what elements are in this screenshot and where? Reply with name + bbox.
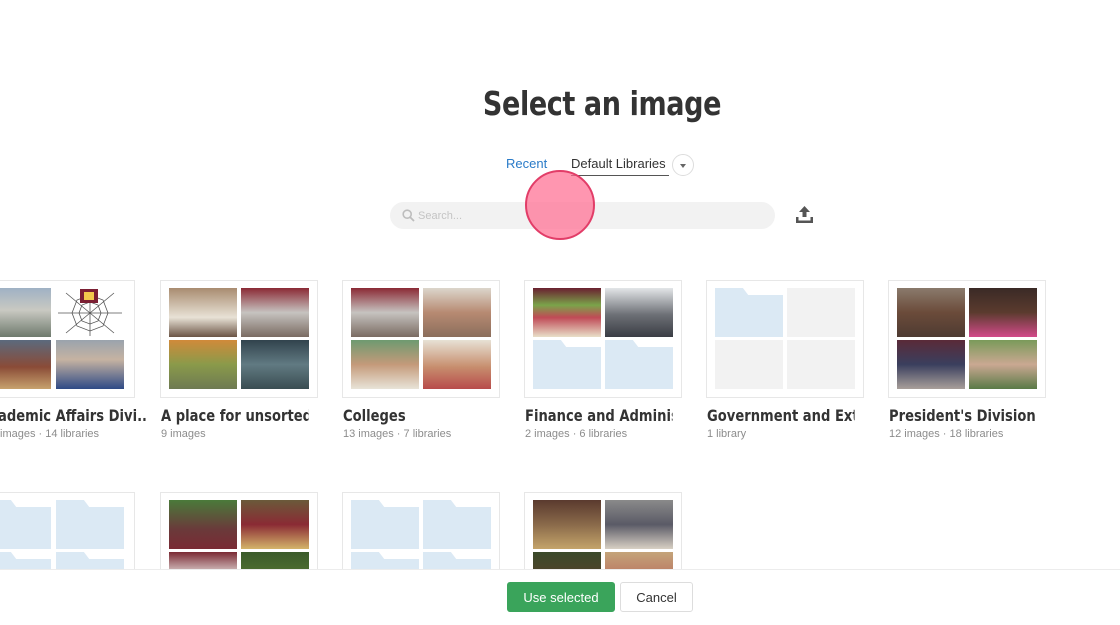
library-meta: 9 images (161, 428, 206, 440)
library-title: President's Division (889, 406, 1036, 425)
image-thumbnail (241, 288, 309, 337)
image-thumbnail (897, 288, 965, 337)
folder-icon (351, 500, 419, 549)
library-meta: 1 library (707, 428, 747, 440)
image-thumbnail (0, 340, 51, 389)
image-thumbnail (897, 340, 965, 389)
library-meta: 12 images · 18 libraries (889, 428, 1004, 440)
library-card-unsorted[interactable] (160, 280, 318, 398)
image-thumbnail (241, 340, 309, 389)
folder-icon (0, 500, 51, 549)
image-thumbnail (241, 552, 309, 569)
image-thumbnail (533, 288, 601, 337)
chevron-down-icon[interactable] (672, 154, 694, 176)
image-thumbnail (969, 288, 1037, 337)
library-card-academic-affairs[interactable] (0, 280, 135, 398)
spider-web-logo-thumbnail (56, 288, 124, 337)
library-card-government[interactable] (706, 280, 864, 398)
upload-icon[interactable] (794, 205, 815, 225)
image-thumbnail (423, 288, 491, 337)
empty-thumbnail (715, 340, 783, 389)
library-title: ademic Affairs Divi... (0, 406, 146, 425)
library-card-presidents-division[interactable] (888, 280, 1046, 398)
empty-thumbnail (787, 288, 855, 337)
library-meta: images · 14 libraries (0, 428, 100, 440)
image-thumbnail (969, 340, 1037, 389)
image-thumbnail (56, 340, 124, 389)
image-thumbnail (605, 288, 673, 337)
image-thumbnail (533, 500, 601, 549)
image-thumbnail (423, 340, 491, 389)
touch-indicator (525, 170, 595, 240)
folder-icon (351, 552, 419, 569)
folder-icon (56, 552, 124, 569)
library-card[interactable] (524, 492, 682, 569)
image-thumbnail (605, 552, 673, 569)
folder-icon (423, 552, 491, 569)
image-thumbnail (351, 340, 419, 389)
image-thumbnail (605, 500, 673, 549)
library-card[interactable] (160, 492, 318, 569)
library-grid: ademic Affairs Divi... images · 14 libra… (0, 270, 1120, 569)
library-title: Colleges (343, 406, 406, 425)
library-title: Finance and Administ... (525, 406, 673, 425)
image-thumbnail (241, 500, 309, 549)
folder-icon (715, 288, 783, 337)
library-meta: 13 images · 7 libraries (343, 428, 452, 440)
page-title: Select an image (482, 84, 722, 123)
image-thumbnail (169, 552, 237, 569)
library-title: Government and Exte... (707, 406, 855, 425)
folder-icon (533, 340, 601, 389)
image-thumbnail (169, 340, 237, 389)
folder-icon (423, 500, 491, 549)
library-meta: 2 images · 6 libraries (525, 428, 628, 440)
empty-thumbnail (787, 340, 855, 389)
image-thumbnail (533, 552, 601, 569)
image-thumbnail (169, 288, 237, 337)
library-card[interactable] (342, 492, 500, 569)
tab-recent[interactable]: Recent (506, 156, 547, 171)
folder-icon (605, 340, 673, 389)
search-icon (402, 209, 415, 222)
image-thumbnail (351, 288, 419, 337)
use-selected-button[interactable]: Use selected (507, 582, 615, 612)
image-thumbnail (169, 500, 237, 549)
library-card-finance[interactable] (524, 280, 682, 398)
folder-icon (0, 552, 51, 569)
library-card[interactable] (0, 492, 135, 569)
library-card-colleges[interactable] (342, 280, 500, 398)
folder-icon (56, 500, 124, 549)
library-title: A place for unsorted i... (161, 406, 309, 425)
tab-default-libraries[interactable]: Default Libraries (571, 156, 669, 176)
cancel-button[interactable]: Cancel (620, 582, 693, 612)
image-thumbnail (0, 288, 51, 337)
